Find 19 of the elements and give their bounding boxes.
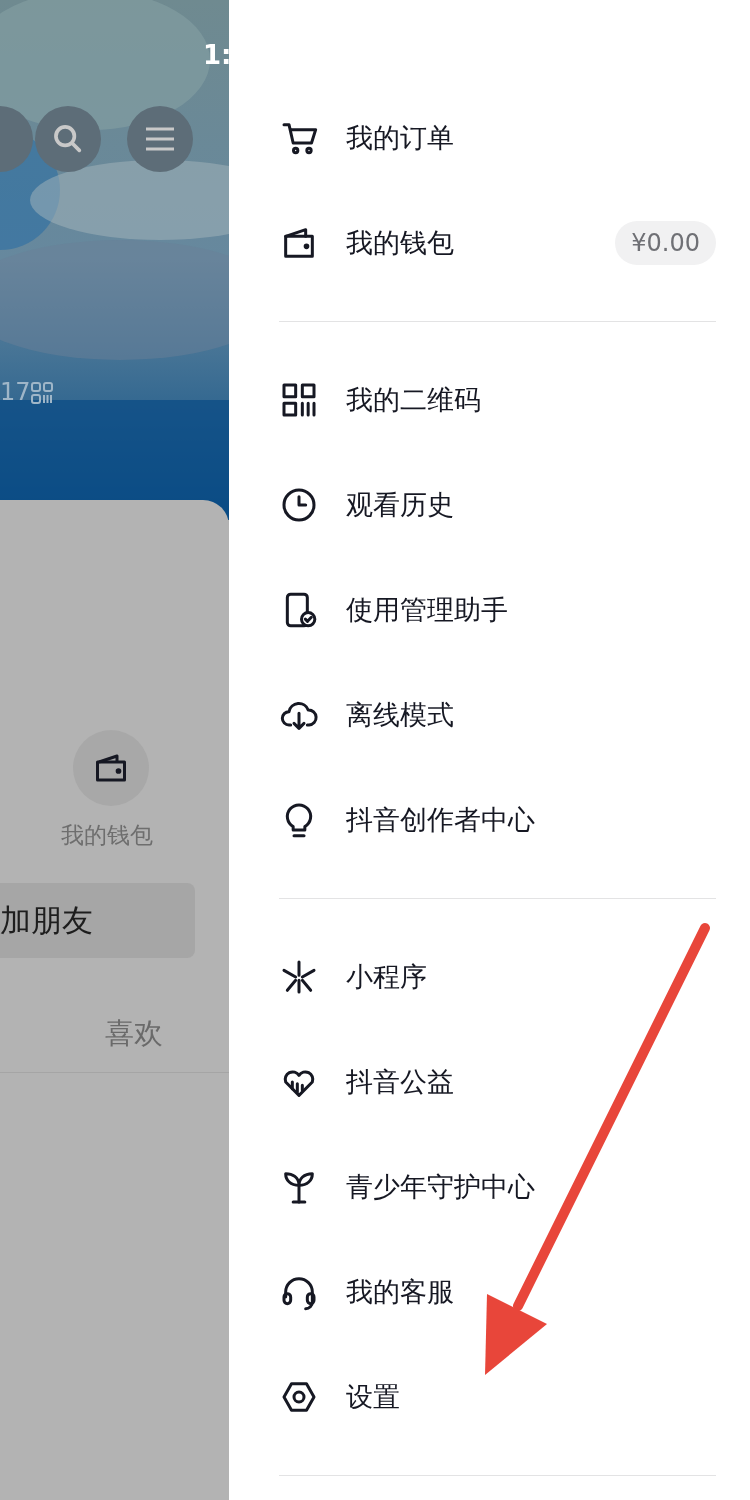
menu-item[interactable]: 离线模式 [279,662,716,767]
menu-item[interactable]: 小程序 [279,924,716,1029]
menu-item[interactable]: 观看历史 [279,452,716,557]
status-time: 1: [203,40,229,70]
menu-item[interactable]: 我的客服 [279,1239,716,1344]
menu-item[interactable]: 设置 [279,1344,716,1449]
qr-code-icon[interactable] [31,382,53,404]
menu-item[interactable]: 使用管理助手 [279,557,716,662]
menu-item[interactable]: 抖音创作者中心 [279,767,716,872]
balance-badge: ¥0.00 [615,220,716,265]
menu-icon [145,126,175,152]
menu-item[interactable]: 我的二维码 [279,347,716,452]
add-friends-button[interactable]: 加朋友 [0,883,195,958]
menu-item[interactable]: 我的订单 [279,85,716,190]
wallet-label: 我的钱包 [61,821,153,850]
menu-item[interactable]: 我的钱包 ¥0.00 [279,190,716,295]
menu-item[interactable]: 抖音公益 [279,1029,716,1134]
count-text: 17 [0,378,31,406]
menu-item[interactable]: 青少年守护中心 [279,1134,716,1239]
